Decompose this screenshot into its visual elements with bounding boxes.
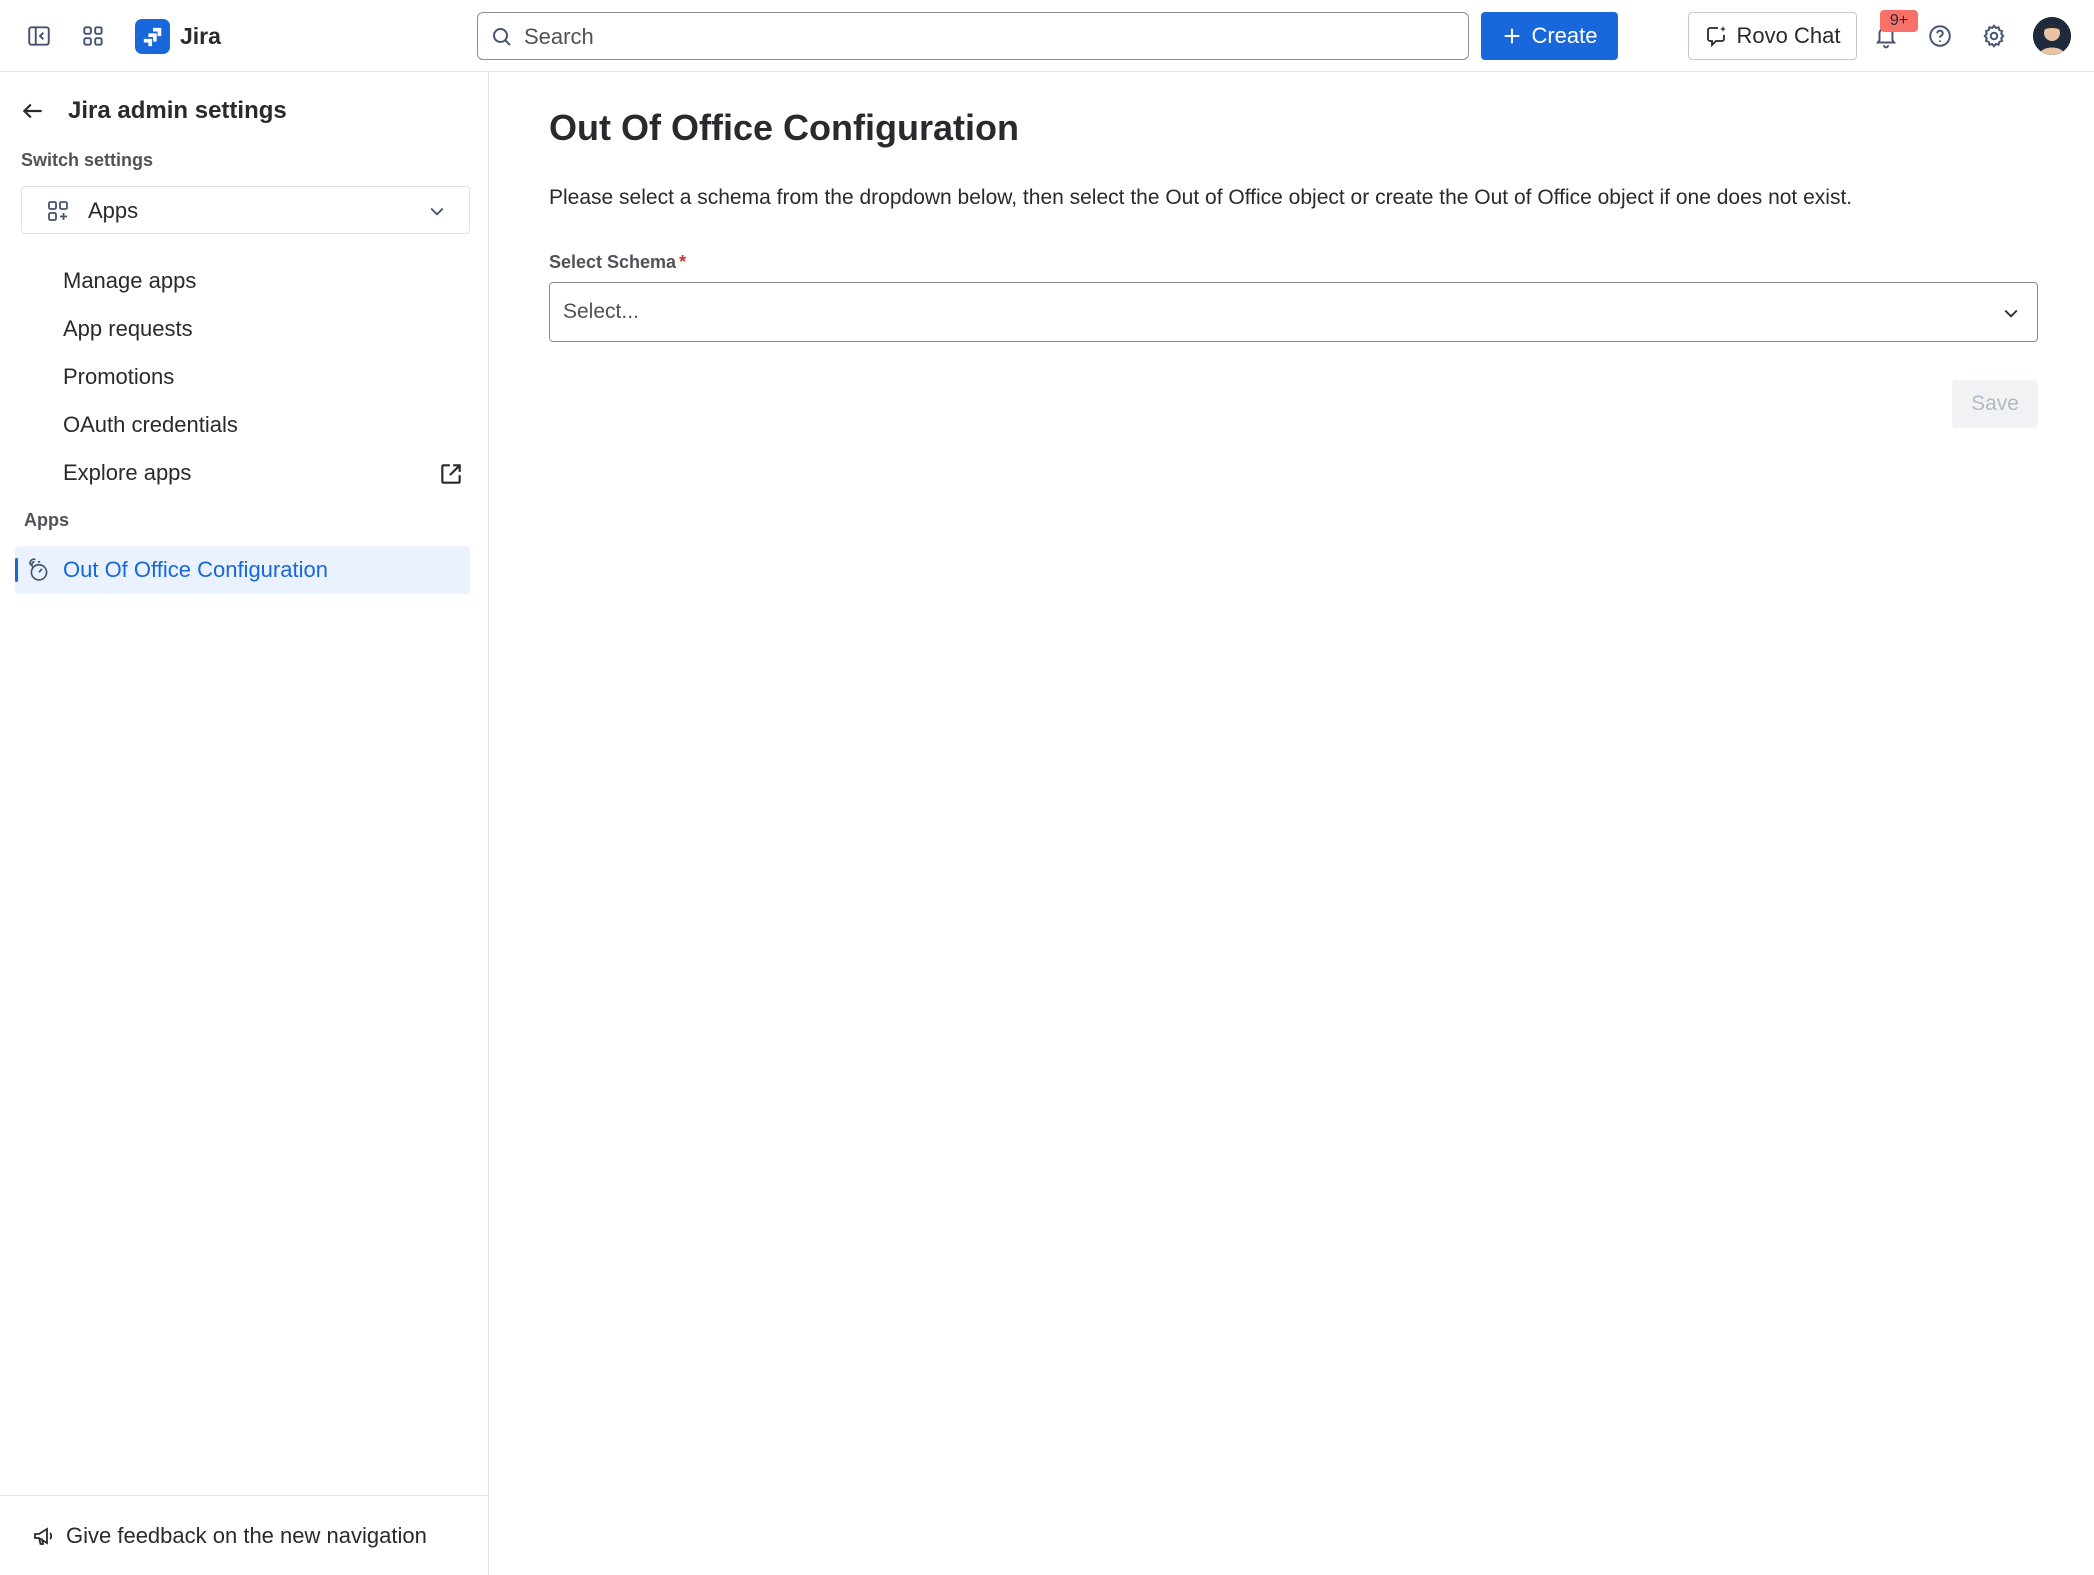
feedback-label: Give feedback on the new navigation: [66, 1523, 427, 1548]
external-link-icon[interactable]: [438, 461, 464, 487]
rovo-chat-icon: [1706, 26, 1726, 48]
select-schema-dropdown[interactable]: Select...: [549, 282, 2038, 342]
page-title: Out Of Office Configuration: [549, 107, 1019, 148]
jira-logo-icon[interactable]: [135, 19, 170, 54]
notification-badge: 9+: [1880, 10, 1918, 32]
selected-indicator: [15, 558, 18, 582]
page-description: Please select a schema from the dropdown…: [549, 186, 1853, 209]
top-navigation-bar: Jira Search Create Rovo Chat 9+: [0, 0, 2094, 72]
stopwatch-icon: [25, 556, 53, 584]
avatar[interactable]: [2033, 17, 2071, 55]
selected-app-label: Out Of Office Configuration: [63, 557, 328, 582]
main-content: Out Of Office Configuration Please selec…: [489, 72, 2094, 1575]
sidebar-item-oauth-credentials[interactable]: OAuth credentials: [63, 411, 238, 439]
sidebar-item-app-requests[interactable]: App requests: [63, 315, 193, 343]
back-arrow-icon: [22, 103, 42, 119]
help-icon[interactable]: [1920, 16, 1960, 56]
settings-switcher-dropdown[interactable]: Apps: [21, 186, 470, 234]
select-placeholder: Select...: [563, 300, 639, 323]
plus-icon: [1505, 28, 1520, 44]
create-button[interactable]: Create: [1481, 12, 1618, 60]
search-icon: [490, 25, 514, 49]
field-label-text: Select Schema: [549, 252, 677, 272]
save-button[interactable]: Save: [1952, 380, 2038, 428]
sidebar-item-explore-apps[interactable]: Explore apps: [63, 459, 191, 487]
create-label: Create: [1531, 23, 1598, 48]
sidebar-title: Jira admin settings: [68, 97, 287, 124]
switch-settings-label: Switch settings: [21, 150, 154, 170]
rovo-chat-label: Rovo Chat: [1736, 23, 1841, 48]
gear-icon[interactable]: [1974, 16, 2014, 56]
apps-section-label: Apps: [24, 510, 69, 530]
sidebar-item-promotions[interactable]: Promotions: [63, 363, 174, 391]
chevron-down-icon: [2001, 303, 2021, 323]
app-name[interactable]: Jira: [180, 22, 221, 50]
search-input[interactable]: Search: [477, 12, 1469, 60]
sidebar-toggle-icon[interactable]: [19, 16, 59, 56]
megaphone-icon: [32, 1524, 56, 1548]
search-placeholder: Search: [524, 24, 594, 49]
apps-grid-icon: [46, 199, 70, 223]
select-schema-label: Select Schema *: [549, 252, 686, 273]
sidebar-item-manage-apps[interactable]: Manage apps: [63, 267, 196, 295]
feedback-button[interactable]: Give feedback on the new navigation: [0, 1495, 488, 1575]
rovo-chat-button[interactable]: Rovo Chat: [1688, 12, 1857, 60]
sidebar: Jira admin settings Switch settings Apps…: [0, 72, 489, 1575]
switcher-value: Apps: [88, 198, 139, 223]
back-to-admin-settings[interactable]: Jira admin settings: [20, 90, 287, 132]
sidebar-item-out-of-office-configuration[interactable]: Out Of Office Configuration: [15, 546, 470, 594]
app-switcher-icon[interactable]: [73, 16, 113, 56]
chevron-down-icon: [427, 201, 447, 221]
required-mark: *: [679, 252, 687, 272]
